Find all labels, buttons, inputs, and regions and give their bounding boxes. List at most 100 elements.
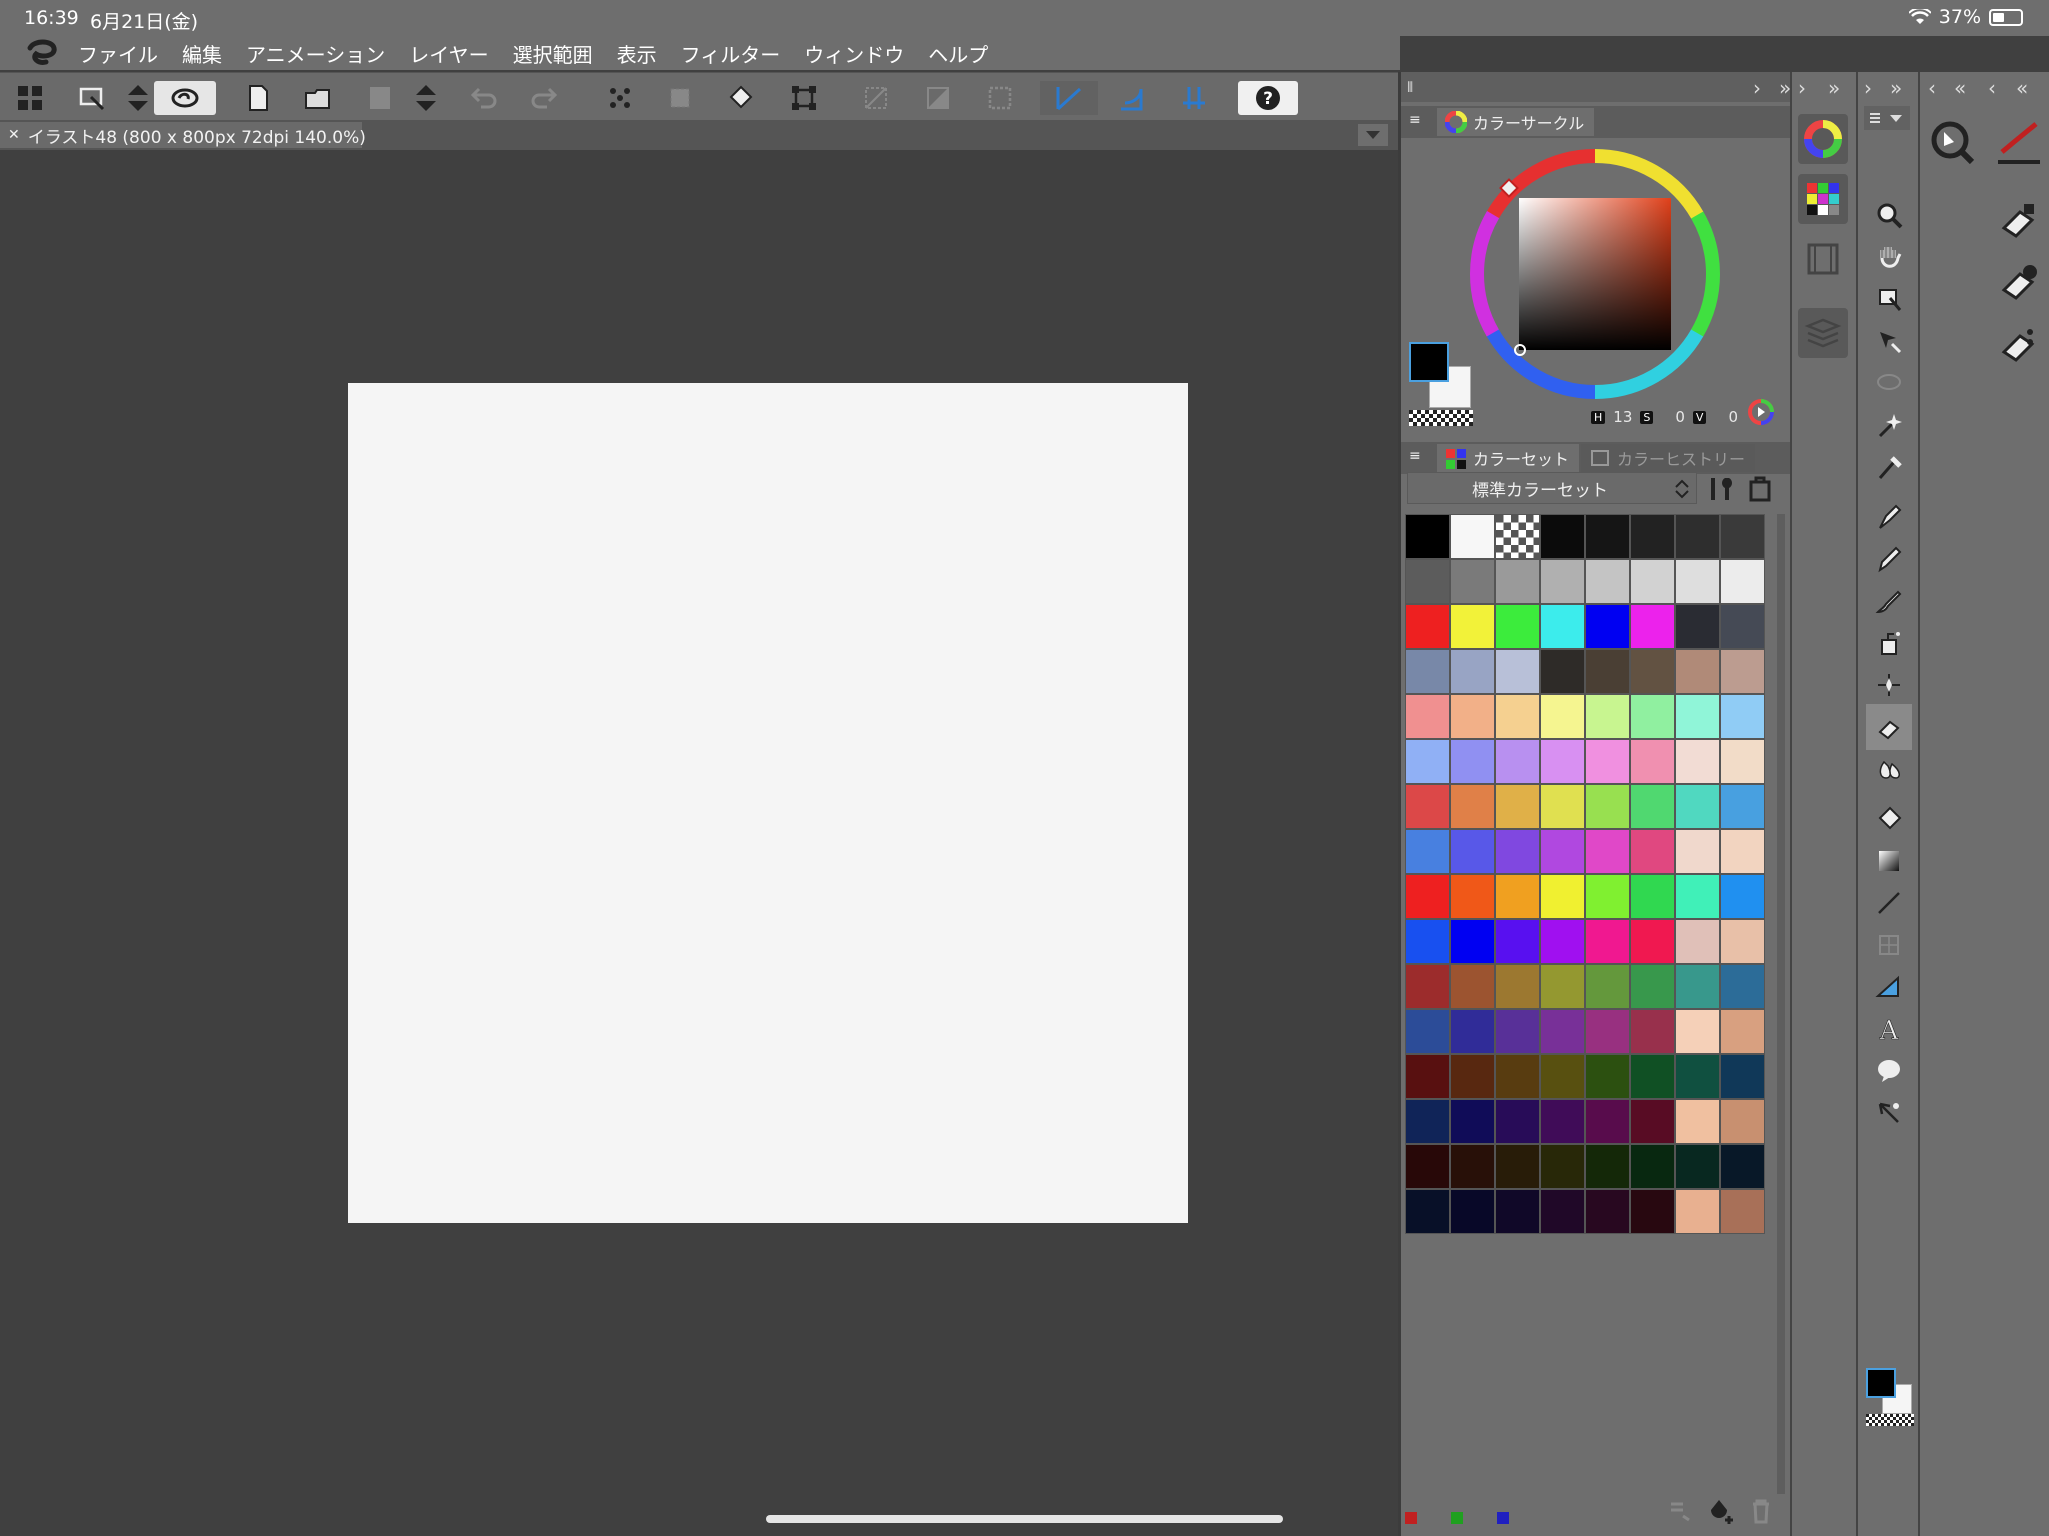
color-swatch[interactable]	[1495, 1189, 1540, 1234]
color-circle-toggle[interactable]	[1798, 114, 1848, 164]
tool-pen[interactable]	[1866, 494, 1912, 540]
layer-toggle[interactable]	[1798, 308, 1848, 358]
color-swatch[interactable]	[1495, 514, 1540, 559]
color-swatch[interactable]	[1675, 874, 1720, 919]
color-swatch[interactable]	[1495, 874, 1540, 919]
color-swatch[interactable]	[1495, 784, 1540, 829]
main-color-swatch[interactable]	[1866, 1368, 1896, 1398]
menu-edit[interactable]: 編集	[182, 39, 222, 68]
add-color-icon[interactable]	[1745, 474, 1775, 504]
color-swatch[interactable]	[1630, 964, 1675, 1009]
transparent-color-swatch[interactable]	[1409, 410, 1473, 426]
clear-icon[interactable]	[602, 81, 638, 115]
main-sub-color[interactable]	[1407, 342, 1485, 432]
menu-layer[interactable]: レイヤー	[409, 39, 488, 68]
tool-move-layer[interactable]	[1866, 318, 1912, 364]
color-swatch[interactable]	[1675, 649, 1720, 694]
color-swatch[interactable]	[1405, 784, 1450, 829]
tool-bar-color-swatches[interactable]	[1866, 1368, 1916, 1428]
color-swatch[interactable]	[1675, 1009, 1720, 1054]
color-swatch[interactable]	[1540, 919, 1585, 964]
color-swatch[interactable]	[1675, 514, 1720, 559]
color-space-toggle-icon[interactable]	[1747, 398, 1775, 426]
color-swatch[interactable]	[1720, 964, 1765, 1009]
color-swatch[interactable]	[1675, 739, 1720, 784]
color-swatch[interactable]	[1675, 784, 1720, 829]
transparent-color-swatch[interactable]	[1866, 1414, 1914, 1426]
color-swatch[interactable]	[1720, 739, 1765, 784]
color-swatch[interactable]	[1540, 874, 1585, 919]
color-swatch[interactable]	[1630, 649, 1675, 694]
menu-filter[interactable]: フィルター	[681, 39, 781, 68]
color-swatch[interactable]	[1450, 1189, 1495, 1234]
color-swatch[interactable]	[1585, 514, 1630, 559]
tool-gradient[interactable]	[1866, 838, 1912, 884]
color-swatch[interactable]	[1720, 829, 1765, 874]
color-swatch[interactable]	[1630, 559, 1675, 604]
color-swatch[interactable]	[1720, 694, 1765, 739]
color-swatch[interactable]	[1630, 1099, 1675, 1144]
tool-operation[interactable]	[1866, 276, 1912, 322]
tool-ruler[interactable]	[1866, 964, 1912, 1010]
color-swatch[interactable]	[1495, 1054, 1540, 1099]
tool-blend[interactable]	[1866, 746, 1912, 792]
color-swatch[interactable]	[1450, 919, 1495, 964]
color-swatch[interactable]	[1405, 1189, 1450, 1234]
menu-file[interactable]: ファイル	[78, 39, 158, 68]
color-swatch[interactable]	[1540, 739, 1585, 784]
color-swatch[interactable]	[1450, 559, 1495, 604]
zoom-sub-tool[interactable]	[1928, 118, 1978, 168]
menu-window[interactable]: ウィンドウ	[804, 39, 904, 68]
tool-decoration[interactable]	[1866, 662, 1912, 708]
tool-auto-select[interactable]	[1866, 402, 1912, 448]
color-swatch[interactable]	[1540, 829, 1585, 874]
color-swatch[interactable]	[1495, 1009, 1540, 1054]
color-swatch[interactable]	[1450, 649, 1495, 694]
color-swatch[interactable]	[1630, 1054, 1675, 1099]
color-swatch[interactable]	[1450, 829, 1495, 874]
color-swatch[interactable]	[1675, 829, 1720, 874]
color-swatch[interactable]	[1405, 514, 1450, 559]
color-swatch[interactable]	[1585, 874, 1630, 919]
tool-lasso-select[interactable]	[1866, 360, 1912, 406]
animation-timeline-toggle[interactable]	[1798, 234, 1848, 284]
document-tab[interactable]: ✕ イラスト48 (800 x 800px 72dpi 140.0%)	[0, 122, 366, 148]
collapse-right-icon[interactable]: ›	[1753, 76, 1761, 100]
color-swatch[interactable]	[1675, 1054, 1720, 1099]
add-swatch-icon[interactable]	[1707, 1496, 1735, 1524]
color-swatch[interactable]	[1630, 514, 1675, 559]
tool-airbrush[interactable]	[1866, 620, 1912, 666]
menu-animation[interactable]: アニメーション	[246, 39, 385, 68]
color-swatch[interactable]	[1495, 964, 1540, 1009]
color-swatch[interactable]	[1720, 784, 1765, 829]
color-swatch[interactable]	[1630, 1144, 1675, 1189]
collapse-left-icon[interactable]: ›	[1798, 76, 1806, 100]
companion-mode-icon[interactable]	[74, 81, 110, 115]
help-icon[interactable]: ?	[1238, 81, 1298, 115]
color-swatch[interactable]	[1450, 1054, 1495, 1099]
color-swatch[interactable]	[1540, 559, 1585, 604]
replace-color-icon[interactable]	[1665, 1496, 1693, 1524]
color-swatch[interactable]	[1630, 1189, 1675, 1234]
tool-line[interactable]	[1866, 880, 1912, 926]
color-swatch[interactable]	[1540, 1144, 1585, 1189]
color-swatch[interactable]	[1720, 874, 1765, 919]
color-set-select[interactable]: 標準カラーセット	[1407, 472, 1697, 504]
color-swatch[interactable]	[1540, 1054, 1585, 1099]
color-swatch[interactable]	[1720, 1189, 1765, 1234]
color-swatch[interactable]	[1405, 1099, 1450, 1144]
swatch-scrollbar[interactable]	[1777, 514, 1785, 1494]
color-swatch[interactable]	[1585, 739, 1630, 784]
color-swatch[interactable]	[1405, 604, 1450, 649]
color-swatch[interactable]	[1675, 1144, 1720, 1189]
color-swatch[interactable]	[1585, 784, 1630, 829]
color-swatch[interactable]	[1585, 919, 1630, 964]
color-swatch[interactable]	[1405, 1009, 1450, 1054]
eraser-vector-sub-tool[interactable]	[1994, 320, 2044, 370]
color-swatch[interactable]	[1585, 694, 1630, 739]
eraser-sub-tool[interactable]	[1994, 196, 2044, 246]
saturation-value-square[interactable]	[1519, 198, 1671, 350]
color-swatch[interactable]	[1585, 649, 1630, 694]
tab-color-history[interactable]: カラーヒストリー	[1581, 444, 1756, 472]
drawing-canvas[interactable]	[348, 383, 1188, 1223]
